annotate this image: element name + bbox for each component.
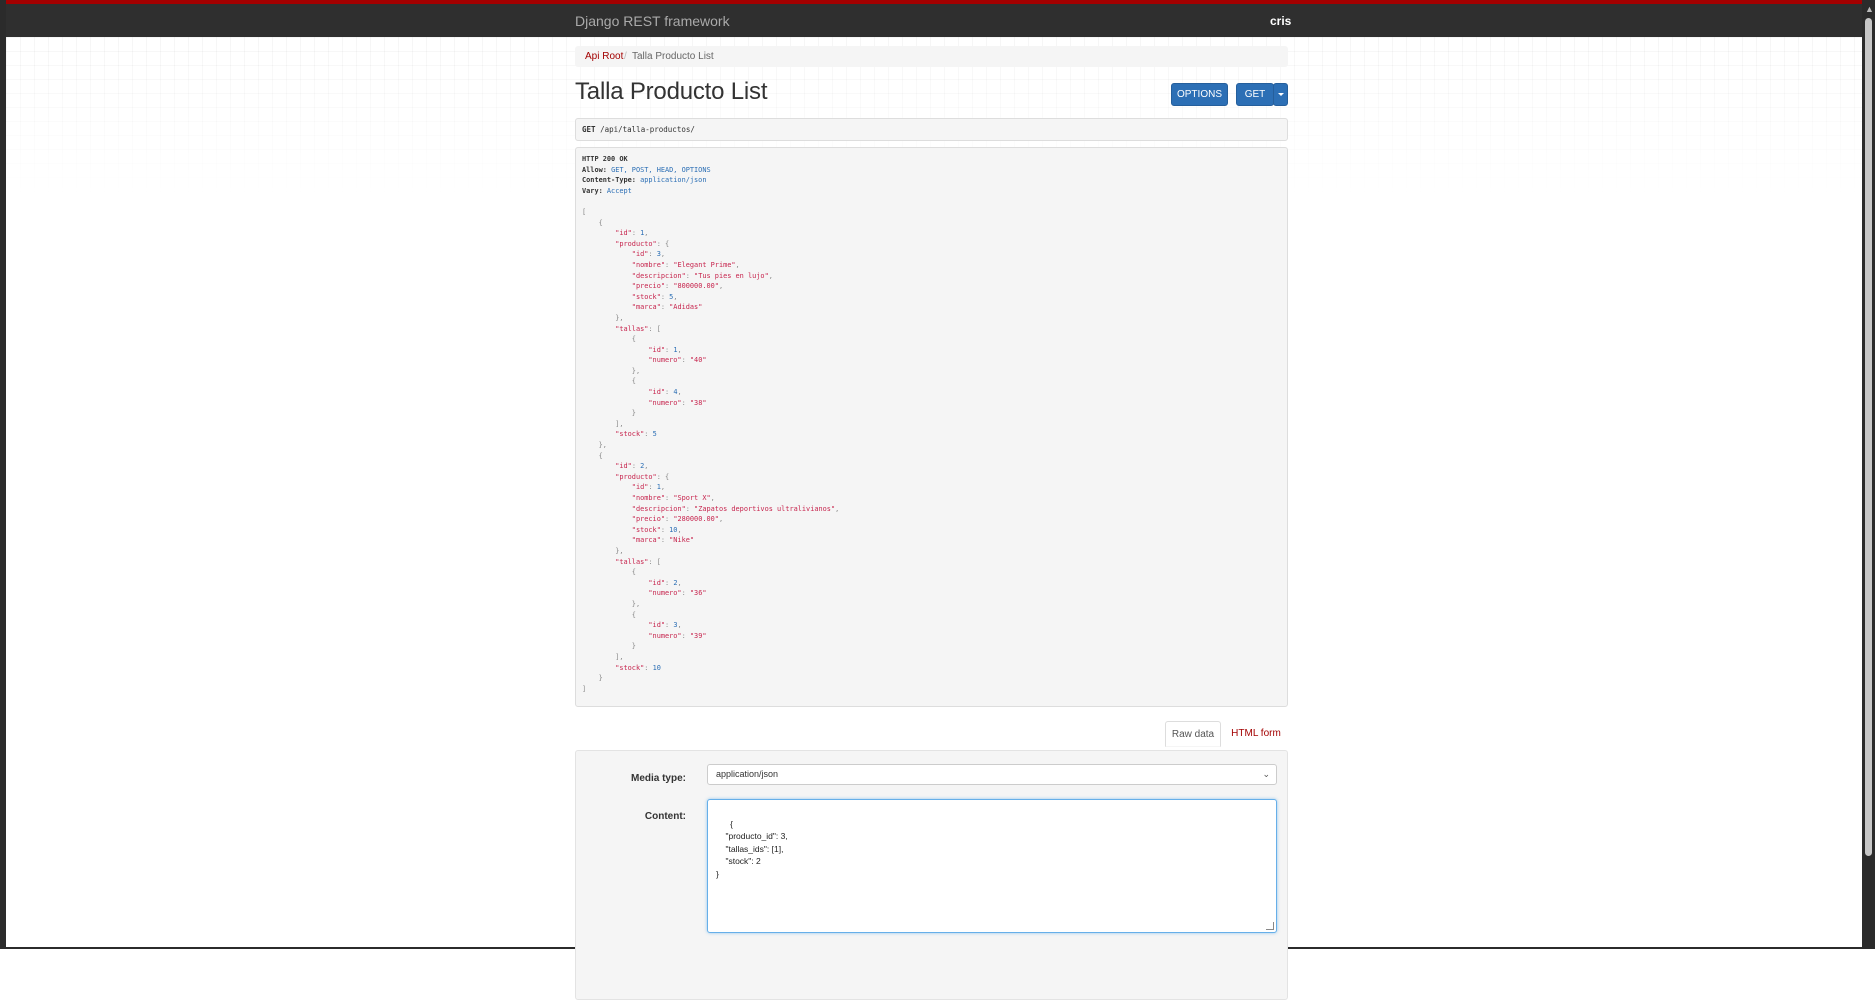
breadcrumb-separator: / — [624, 51, 627, 62]
request-method: GET — [582, 125, 596, 134]
json-key: "numero" — [648, 631, 682, 640]
breadcrumb-api-root[interactable]: Api Root — [585, 46, 623, 67]
json-key: "tallas" — [615, 324, 649, 333]
json-string: "36" — [689, 589, 707, 598]
json-string: "38" — [689, 398, 707, 407]
json-key: "stock" — [615, 663, 645, 672]
json-string: "Zapatos deportivos ultralivianos" — [694, 504, 836, 513]
json-number: 5 — [652, 430, 657, 439]
tab-raw-data[interactable]: Raw data — [1165, 721, 1221, 747]
tab-html-form[interactable]: HTML form — [1226, 721, 1286, 747]
json-string: "800000.00" — [673, 282, 719, 291]
json-key: "tallas" — [615, 557, 649, 566]
json-string: "39" — [689, 631, 707, 640]
request-path: /api/talla-productos/ — [600, 125, 695, 134]
json-key: "id" — [615, 462, 632, 471]
options-button[interactable]: OPTIONS — [1171, 83, 1228, 106]
json-key: "precio" — [631, 515, 665, 524]
request-info: GET /api/talla-productos/ — [575, 118, 1288, 141]
json-key: "id" — [631, 483, 649, 492]
json-key: "id" — [631, 250, 649, 259]
json-key: "id" — [648, 345, 665, 354]
json-key: "precio" — [631, 282, 665, 291]
json-key: "numero" — [648, 356, 682, 365]
brand-link[interactable]: Django REST framework — [575, 13, 730, 29]
json-key: "descripcion" — [631, 504, 686, 513]
get-format-dropdown-button[interactable] — [1273, 83, 1288, 106]
breadcrumb-current: Talla Producto List — [632, 51, 714, 62]
resize-grip-icon[interactable] — [1266, 922, 1274, 930]
json-key: "stock" — [615, 430, 645, 439]
json-string: "Sport X" — [673, 494, 711, 502]
content-label: Content: — [644, 811, 686, 822]
navbar: Django REST framework cris — [6, 0, 1862, 37]
content-value: { "producto_id": 3, "tallas_ids": [1], "… — [716, 818, 788, 879]
media-type-select[interactable]: application/json ⌄ — [707, 764, 1277, 785]
json-string: "40" — [689, 356, 707, 365]
window-frame-left — [0, 0, 6, 949]
page-title: Talla Producto List — [575, 78, 768, 105]
json-string: "280000.00" — [673, 515, 719, 524]
form-tabs: Raw data HTML form — [575, 721, 1288, 747]
json-key: "descripcion" — [631, 271, 686, 280]
media-type-label: Media type: — [630, 773, 686, 784]
caret-down-icon — [1277, 92, 1284, 96]
json-string: "Tus pies en lujo" — [694, 271, 769, 280]
json-key: "numero" — [648, 589, 682, 598]
json-string: "Adidas" — [669, 303, 703, 312]
scroll-up-icon[interactable]: ▲ — [1865, 5, 1874, 14]
response-status: HTTP 200 OK — [582, 155, 628, 163]
json-key: "marca" — [631, 303, 661, 312]
json-key: "stock" — [631, 525, 661, 534]
json-string: "Nike" — [669, 536, 695, 545]
vertical-scrollbar[interactable]: ▲ — [1862, 0, 1875, 949]
json-key: "id" — [648, 388, 665, 397]
json-key: "producto" — [615, 472, 657, 481]
response-header-value: Accept — [606, 186, 632, 195]
response-info: HTTP 200 OK Allow: GET, POST, HEAD, OPTI… — [575, 147, 1288, 707]
breadcrumb: Api Root / Talla Producto List — [575, 46, 1288, 67]
get-button[interactable]: GET — [1236, 83, 1274, 106]
response-header-key: Vary: — [582, 186, 603, 195]
response-header-key: Content-Type: — [582, 176, 636, 185]
json-key: "nombre" — [631, 494, 665, 502]
user-menu[interactable]: cris — [1270, 14, 1291, 28]
json-key: "id" — [648, 621, 665, 630]
json-key: "marca" — [631, 536, 661, 545]
content-textarea[interactable]: { "producto_id": 3, "tallas_ids": [1], "… — [707, 799, 1277, 933]
json-key: "producto" — [615, 239, 657, 248]
json-key: "id" — [615, 229, 632, 238]
json-key: "nombre" — [631, 260, 665, 269]
json-key: "stock" — [631, 292, 661, 301]
media-type-value: application/json — [716, 769, 779, 779]
response-header-key: Allow: — [582, 165, 607, 174]
json-key: "id" — [648, 578, 665, 587]
json-string: "Elegant Prime" — [673, 260, 736, 269]
json-number: 10 — [652, 663, 661, 672]
response-header-value: GET, POST, HEAD, OPTIONS — [611, 165, 711, 174]
raw-data-form: Media type: application/json ⌄ Content: … — [575, 750, 1288, 1000]
response-header-value: application/json — [640, 176, 707, 185]
json-key: "numero" — [648, 398, 682, 407]
scrollbar-thumb[interactable] — [1865, 18, 1872, 856]
chevron-down-icon: ⌄ — [1262, 769, 1270, 779]
